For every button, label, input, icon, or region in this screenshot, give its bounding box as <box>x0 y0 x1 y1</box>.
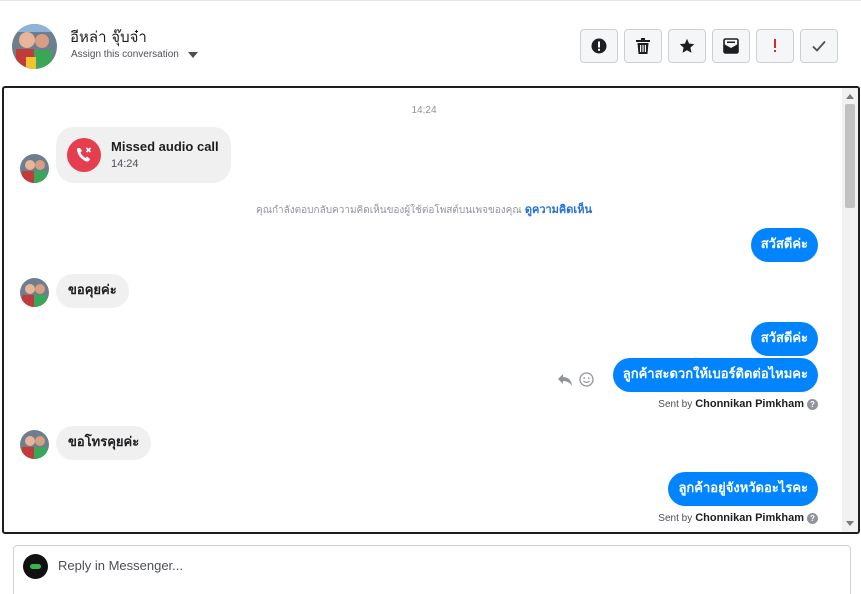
trash-icon <box>636 38 650 54</box>
star-button[interactable] <box>668 29 706 63</box>
conversation-actions <box>580 29 838 63</box>
page-avatar <box>23 554 48 579</box>
follow-up-button[interactable] <box>756 29 794 63</box>
scroll-up-icon[interactable] <box>846 94 854 99</box>
contact-avatar-small <box>20 278 49 307</box>
caret-down-icon <box>187 51 198 58</box>
view-comment-link[interactable]: ดูความคิดเห็น <box>525 203 592 216</box>
sent-by-label: Sent by <box>658 512 693 524</box>
question-icon[interactable]: ? <box>807 398 818 410</box>
assign-conversation-dropdown[interactable]: Assign this conversation <box>71 49 198 60</box>
contact-avatar-small <box>20 430 49 459</box>
incoming-message[interactable]: ขอคุยค่ะ <box>56 274 129 308</box>
reply-input[interactable] <box>58 558 558 573</box>
reply-composer <box>13 545 851 594</box>
star-icon <box>679 38 695 53</box>
missed-call-time: 14:24 <box>111 158 139 170</box>
sent-by-info: Sent by Chonnikan Pimkham ? <box>658 398 818 410</box>
contact-avatar[interactable] <box>12 24 57 69</box>
mark-unread-button[interactable] <box>712 29 750 63</box>
outgoing-message[interactable]: ลูกค้าอยู่จังหวัดอะไรคะ <box>668 472 818 506</box>
missed-call-title: Missed audio call <box>111 139 219 154</box>
conversation-header: อีหล่า จุ๊บจ๋า Assign this conversation <box>0 0 861 86</box>
mark-done-button[interactable] <box>800 29 838 63</box>
notice-text: คุณกำลังตอบกลับความคิดเห็นของผู้ใช้ต่อโพ… <box>256 205 522 216</box>
assign-label: Assign this conversation <box>71 49 179 60</box>
emoji-reaction-icon[interactable] <box>579 372 594 387</box>
scrollbar[interactable] <box>842 88 858 532</box>
scroll-down-icon[interactable] <box>846 521 854 526</box>
question-icon[interactable]: ? <box>807 512 818 524</box>
outgoing-message[interactable]: สวัสดีค่ะ <box>750 228 818 262</box>
exclamation-icon <box>774 39 776 52</box>
missed-call-icon <box>67 138 101 172</box>
contact-name: อีหล่า จุ๊บจ๋า <box>70 28 147 46</box>
sender-name: Chonnikan Pimkham <box>695 398 804 410</box>
delete-button[interactable] <box>624 29 662 63</box>
sent-by-info: Sent by Chonnikan Pimkham ? <box>658 512 818 524</box>
envelope-icon <box>723 38 739 54</box>
missed-call-card[interactable]: Missed audio call 14:24 <box>56 127 231 183</box>
outgoing-message[interactable]: ลูกค้าสะดวกให้เบอร์ติดต่อไหมคะ <box>612 358 818 392</box>
scrollbar-thumb[interactable] <box>845 104 855 208</box>
timestamp: 14:24 <box>411 105 437 116</box>
exclamation-circle-icon <box>591 38 607 54</box>
check-icon <box>812 40 826 52</box>
message-thread[interactable]: 14:24 Missed audio call 14:24 คุณกำลังตอ… <box>2 86 860 534</box>
spam-button[interactable] <box>580 29 618 63</box>
outgoing-message[interactable]: สวัสดีค่ะ <box>750 322 818 356</box>
incoming-message[interactable]: ขอโทรคุยค่ะ <box>56 426 152 460</box>
contact-avatar-small <box>20 154 49 183</box>
comment-reply-notice: คุณกำลังตอบกลับความคิดเห็นของผู้ใช้ต่อโพ… <box>4 200 844 218</box>
sender-name: Chonnikan Pimkham <box>695 512 804 524</box>
sent-by-label: Sent by <box>658 398 693 410</box>
message-tools <box>557 372 594 387</box>
reply-arrow-icon[interactable] <box>557 373 573 387</box>
